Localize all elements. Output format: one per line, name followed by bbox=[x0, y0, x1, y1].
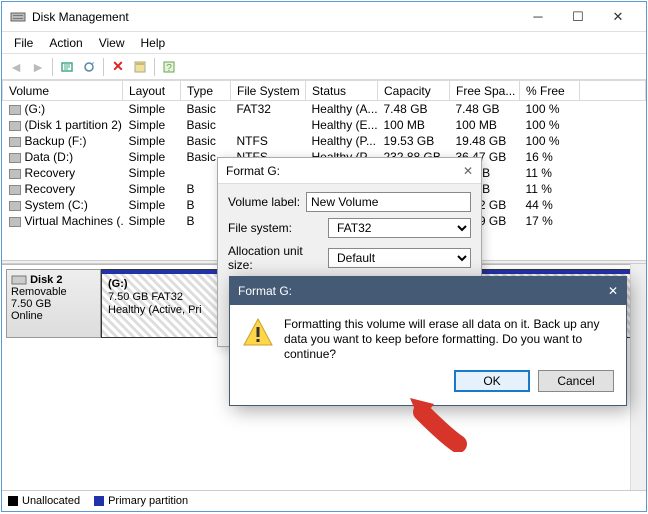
format-dialog-titlebar[interactable]: Format G: ✕ bbox=[218, 158, 481, 184]
legend-unallocated: Unallocated bbox=[22, 495, 80, 507]
disk-size: 7.50 GB bbox=[11, 298, 51, 310]
toolbar-properties-icon[interactable] bbox=[130, 57, 150, 77]
close-icon[interactable]: ✕ bbox=[608, 284, 618, 298]
toolbar-refresh-icon[interactable] bbox=[57, 57, 77, 77]
volume-label-label: Volume label: bbox=[228, 195, 306, 209]
menubar: File Action View Help bbox=[2, 32, 646, 54]
column-header[interactable]: Free Spa... bbox=[450, 81, 520, 101]
back-button[interactable]: ◄ bbox=[6, 57, 26, 77]
confirm-dialog: Format G: ✕ Formatting this volume will … bbox=[229, 276, 627, 406]
column-header[interactable]: Capacity bbox=[378, 81, 450, 101]
column-header[interactable]: Volume bbox=[3, 81, 123, 101]
legend: Unallocated Primary partition bbox=[2, 490, 646, 511]
table-row[interactable]: (Disk 1 partition 2)SimpleBasicHealthy (… bbox=[3, 117, 646, 133]
minimize-button[interactable]: ─ bbox=[518, 3, 558, 31]
disk-status: Online bbox=[11, 310, 43, 322]
legend-primary: Primary partition bbox=[108, 495, 188, 507]
volume-label-input[interactable] bbox=[306, 192, 471, 212]
column-header[interactable]: Status bbox=[306, 81, 378, 101]
forward-button[interactable]: ► bbox=[28, 57, 48, 77]
menu-help[interactable]: Help bbox=[133, 34, 174, 52]
warning-icon bbox=[242, 317, 274, 349]
partition-size: 7.50 GB FAT32 bbox=[108, 291, 183, 303]
column-header[interactable]: Type bbox=[181, 81, 231, 101]
toolbar-delete-icon[interactable]: ✕ bbox=[108, 57, 128, 77]
format-dialog-title: Format G: bbox=[226, 164, 463, 178]
confirm-titlebar[interactable]: Format G: ✕ bbox=[230, 277, 626, 305]
toolbar-help-icon[interactable]: ? bbox=[159, 57, 179, 77]
menu-action[interactable]: Action bbox=[41, 34, 90, 52]
svg-text:?: ? bbox=[166, 63, 172, 74]
confirm-message: Formatting this volume will erase all da… bbox=[284, 317, 614, 362]
menu-file[interactable]: File bbox=[6, 34, 41, 52]
table-row[interactable]: Backup (F:)SimpleBasicNTFSHealthy (P...1… bbox=[3, 133, 646, 149]
alloc-size-select[interactable]: Default bbox=[328, 248, 471, 268]
disk-header: Disk 2 Removable 7.50 GB Online bbox=[6, 269, 101, 338]
column-header[interactable]: % Free bbox=[520, 81, 580, 101]
toolbar-refresh2-icon[interactable] bbox=[79, 57, 99, 77]
window-title: Disk Management bbox=[32, 10, 518, 24]
column-header[interactable]: Layout bbox=[123, 81, 181, 101]
ok-button[interactable]: OK bbox=[454, 370, 530, 392]
partition-status: Healthy (Active, Pri bbox=[108, 304, 202, 316]
menu-view[interactable]: View bbox=[91, 34, 133, 52]
filesystem-label: File system: bbox=[228, 221, 328, 235]
close-icon[interactable]: ✕ bbox=[463, 164, 473, 178]
cancel-button[interactable]: Cancel bbox=[538, 370, 614, 392]
table-row[interactable]: (G:)SimpleBasicFAT32Healthy (A...7.48 GB… bbox=[3, 101, 646, 118]
titlebar: Disk Management ─ ☐ ✕ bbox=[2, 2, 646, 32]
disk-kind: Removable bbox=[11, 286, 67, 298]
filesystem-select[interactable]: FAT32 bbox=[328, 218, 471, 238]
partition-label: (G:) bbox=[108, 278, 128, 290]
column-header[interactable]: File System bbox=[231, 81, 306, 101]
toolbar: ◄ ► ✕ ? bbox=[2, 54, 646, 80]
disk-label: Disk 2 bbox=[30, 274, 62, 286]
maximize-button[interactable]: ☐ bbox=[558, 3, 598, 31]
app-icon bbox=[10, 9, 26, 25]
confirm-title: Format G: bbox=[238, 284, 608, 298]
close-button[interactable]: ✕ bbox=[598, 3, 638, 31]
alloc-size-label: Allocation unit size: bbox=[228, 244, 328, 272]
scrollbar[interactable] bbox=[630, 264, 646, 490]
